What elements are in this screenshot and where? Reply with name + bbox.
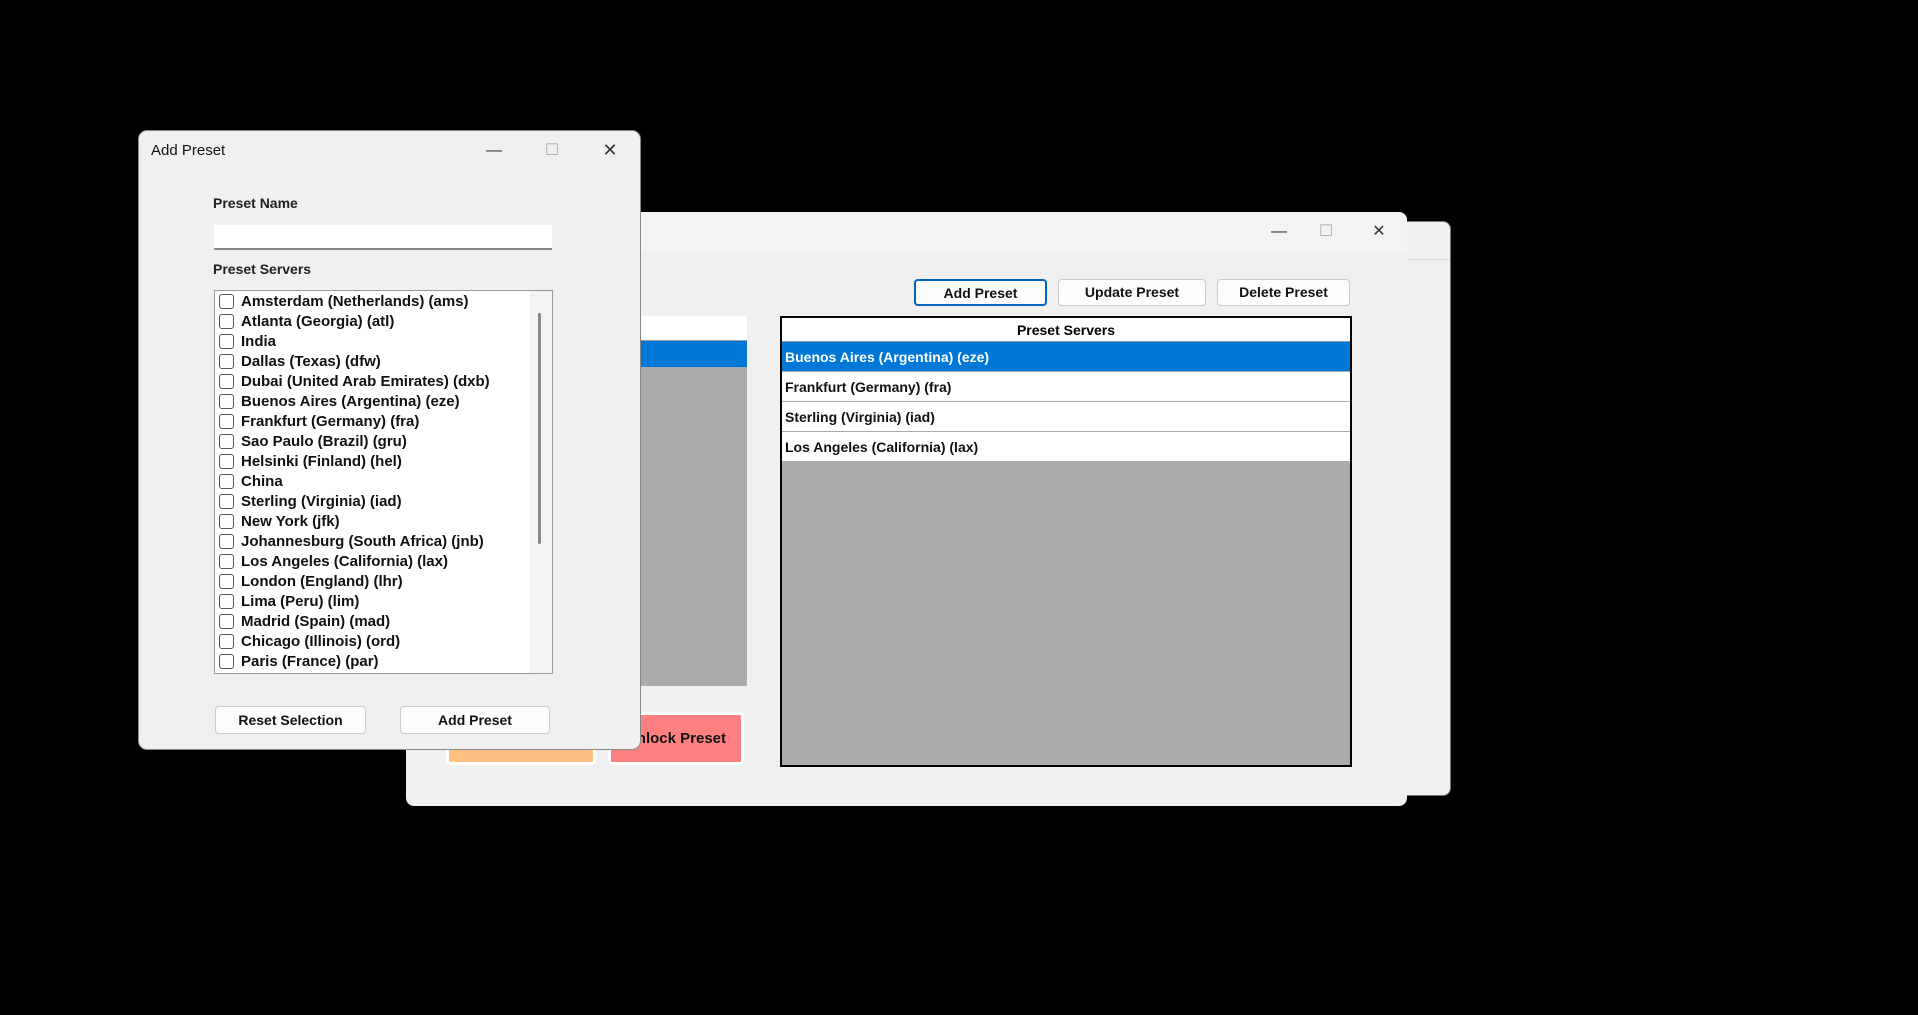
server-label: Buenos Aires (Argentina) (eze): [241, 392, 460, 410]
server-label: Dubai (United Arab Emirates) (dxb): [241, 372, 490, 390]
list-item[interactable]: Dallas (Texas) (dfw): [215, 351, 552, 371]
checkbox[interactable]: [219, 553, 234, 569]
checkbox[interactable]: [219, 473, 234, 489]
preset-servers-list[interactable]: Amsterdam (Netherlands) (ams) Atlanta (Ge…: [214, 290, 553, 674]
server-label: Chicago (Illinois) (ord): [241, 632, 401, 650]
server-label: Johannesburg (South Africa) (jnb): [241, 532, 484, 550]
table-row[interactable]: Sterling (Virginia) (iad): [782, 402, 1350, 432]
server-label: Sterling (Virginia) (iad): [241, 492, 402, 510]
server-label: Sao Paulo (Brazil) (gru): [241, 432, 407, 450]
delete-preset-button[interactable]: Delete Preset: [1217, 279, 1350, 306]
checkbox[interactable]: [219, 293, 234, 309]
list-item[interactable]: Dubai (United Arab Emirates) (dxb): [215, 371, 552, 391]
checkbox[interactable]: [219, 613, 234, 629]
server-label: Amsterdam (Netherlands) (ams): [241, 292, 469, 310]
minimize-icon[interactable]: —: [471, 131, 517, 170]
checkbox[interactable]: [219, 513, 234, 529]
list-item[interactable]: Amsterdam (Netherlands) (ams): [215, 291, 552, 311]
list-item[interactable]: India: [215, 331, 552, 351]
checkbox[interactable]: [219, 633, 234, 649]
checkbox[interactable]: [219, 493, 234, 509]
server-label: Atlanta (Georgia) (atl): [241, 312, 395, 330]
preset-servers-label: Preset Servers: [213, 261, 312, 277]
server-label: Paris (France) (par): [241, 652, 379, 670]
list-item[interactable]: London (England) (lhr): [215, 571, 552, 591]
list-item[interactable]: Madrid (Spain) (mad): [215, 611, 552, 631]
server-label: London (England) (lhr): [241, 572, 403, 590]
list-item[interactable]: Johannesburg (South Africa) (jnb): [215, 531, 552, 551]
list-item[interactable]: Helsinki (Finland) (hel): [215, 451, 552, 471]
list-item[interactable]: New York (jfk): [215, 511, 552, 531]
server-label: Los Angeles (California) (lax): [241, 552, 448, 570]
preset-name-label: Preset Name: [213, 195, 298, 211]
checkbox[interactable]: [219, 453, 234, 469]
list-item[interactable]: Chicago (Illinois) (ord): [215, 631, 552, 651]
table-header: Preset Servers: [782, 318, 1350, 342]
update-preset-button[interactable]: Update Preset: [1058, 279, 1206, 306]
title-bar: Add Preset — ☐ ✕: [139, 131, 640, 170]
minimize-icon[interactable]: —: [1256, 212, 1302, 251]
checkbox[interactable]: [219, 433, 234, 449]
scrollbar[interactable]: [530, 291, 552, 673]
add-preset-dialog: Add Preset — ☐ ✕ Preset Name Preset Serv…: [139, 131, 640, 749]
checkbox[interactable]: [219, 413, 234, 429]
reset-selection-button[interactable]: Reset Selection: [215, 706, 366, 734]
server-label: Dallas (Texas) (dfw): [241, 352, 381, 370]
server-label: Lima (Peru) (lim): [241, 592, 360, 610]
table-row[interactable]: Los Angeles (California) (lax): [782, 432, 1350, 462]
dialog-title: Add Preset: [151, 142, 226, 159]
list-item[interactable]: Atlanta (Georgia) (atl): [215, 311, 552, 331]
list-item[interactable]: Sterling (Virginia) (iad): [215, 491, 552, 511]
server-label: New York (jfk): [241, 512, 340, 530]
list-item[interactable]: Paris (France) (par): [215, 651, 552, 671]
maximize-icon[interactable]: ☐: [1303, 212, 1349, 251]
table-row[interactable]: Buenos Aires (Argentina) (eze): [782, 342, 1350, 372]
checkbox[interactable]: [219, 653, 234, 669]
checkbox[interactable]: [219, 573, 234, 589]
preset-name-input[interactable]: [214, 225, 552, 250]
list-item[interactable]: Los Angeles (California) (lax): [215, 551, 552, 571]
scrollbar-thumb[interactable]: [538, 313, 541, 544]
checkbox[interactable]: [219, 393, 234, 409]
server-label: China: [241, 472, 283, 490]
list-item[interactable]: Buenos Aires (Argentina) (eze): [215, 391, 552, 411]
checkbox[interactable]: [219, 353, 234, 369]
close-icon[interactable]: ✕: [1356, 212, 1402, 251]
close-icon[interactable]: ✕: [587, 131, 633, 170]
server-label: Madrid (Spain) (mad): [241, 612, 391, 630]
server-label: India: [241, 332, 277, 350]
list-item[interactable]: Frankfurt (Germany) (fra): [215, 411, 552, 431]
list-item[interactable]: Lima (Peru) (lim): [215, 591, 552, 611]
checkbox[interactable]: [219, 333, 234, 349]
list-item[interactable]: Sao Paulo (Brazil) (gru): [215, 431, 552, 451]
maximize-icon[interactable]: ☐: [529, 131, 575, 170]
server-label: Frankfurt (Germany) (fra): [241, 412, 420, 430]
server-label: Helsinki (Finland) (hel): [241, 452, 402, 470]
checkbox[interactable]: [219, 373, 234, 389]
add-preset-button[interactable]: Add Preset: [914, 279, 1047, 306]
list-item[interactable]: China: [215, 471, 552, 491]
checkbox[interactable]: [219, 313, 234, 329]
table-row[interactable]: Frankfurt (Germany) (fra): [782, 372, 1350, 402]
preset-servers-table: Preset Servers Buenos Aires (Argentina) …: [780, 316, 1352, 767]
add-preset-button[interactable]: Add Preset: [400, 706, 550, 734]
checkbox[interactable]: [219, 593, 234, 609]
checkbox[interactable]: [219, 533, 234, 549]
